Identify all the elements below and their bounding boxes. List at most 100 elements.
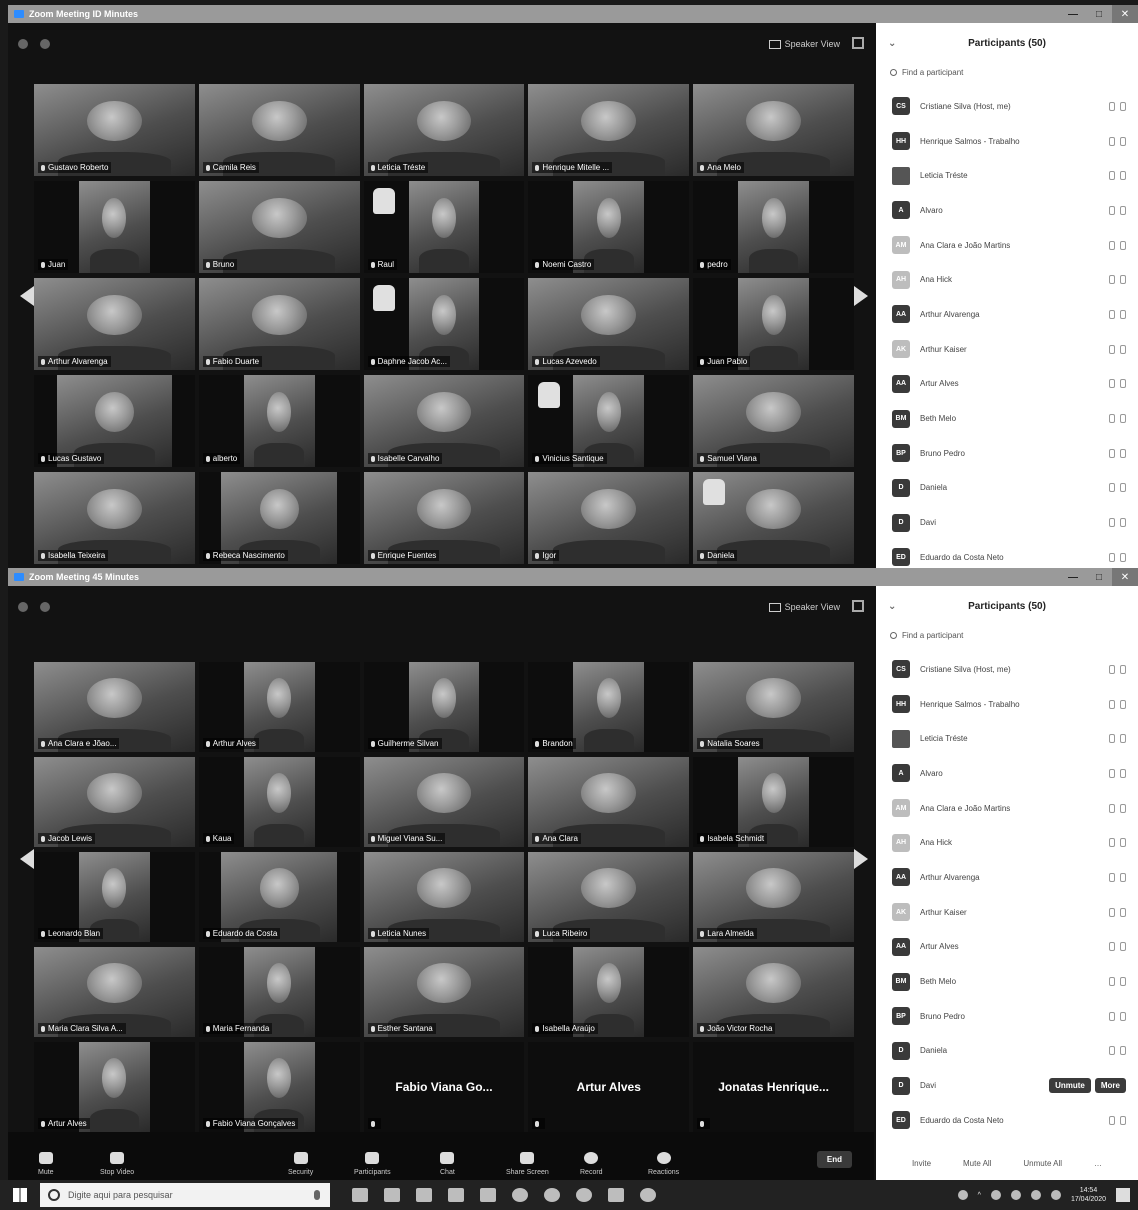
video-tile[interactable]: Jonatas Henrique... [693, 1042, 854, 1132]
video-tile[interactable]: Lucas Gustavo [34, 375, 195, 467]
chevron-up-icon[interactable]: ^ [978, 1192, 981, 1199]
app-icon[interactable] [576, 1188, 592, 1202]
video-tile[interactable]: Fabio Viana Gonçalves [198, 1042, 360, 1132]
video-tile[interactable]: Juan [34, 181, 195, 273]
participant-row[interactable]: D Daniela [876, 1034, 1138, 1069]
video-tile[interactable]: Eduardo da Costa [198, 852, 360, 942]
video-tile[interactable]: Isabela Schmidt [693, 757, 854, 847]
clock[interactable]: 14:54 17/04/2020 [1071, 1186, 1106, 1204]
participant-row[interactable]: CS Cristiane Silva (Host, me) [876, 89, 1138, 124]
security-badge-icon[interactable] [40, 602, 50, 612]
video-tile[interactable]: Isabella Teixeira [34, 472, 195, 564]
participant-row[interactable]: BM Beth Melo [876, 401, 1138, 436]
participant-row[interactable]: CS Cristiane Silva (Host, me) [876, 652, 1138, 687]
video-tile[interactable]: Rebeca Nascimento [198, 472, 360, 564]
minimize-icon[interactable]: — [1060, 5, 1086, 23]
video-tile[interactable]: Arthur Alves [198, 662, 360, 752]
speaker-view-button[interactable]: Speaker View [768, 602, 840, 612]
security-button[interactable]: Security [288, 1136, 313, 1176]
mail-icon[interactable] [416, 1188, 432, 1202]
info-icon[interactable] [18, 602, 28, 612]
video-tile[interactable]: Noemi Castro [528, 181, 690, 273]
participant-row[interactable]: AK Arthur Kaiser [876, 332, 1138, 367]
video-tile[interactable]: pedro [693, 181, 854, 273]
video-tile[interactable]: Enrique Fuentes [363, 472, 525, 564]
video-tile[interactable]: Ana Melo [693, 84, 854, 176]
maximize-icon[interactable]: □ [1086, 5, 1112, 23]
panel-footer-button[interactable]: Mute All [963, 1159, 991, 1168]
participant-row[interactable]: BM Beth Melo [876, 964, 1138, 999]
share-screen-button[interactable]: Share Screen [506, 1136, 549, 1176]
video-tile[interactable]: Isabelle Carvalho [363, 375, 525, 467]
participant-row[interactable]: A Alvaro [876, 756, 1138, 791]
video-tile[interactable]: alberto [198, 375, 360, 467]
participant-row[interactable]: Leticia Tréste [876, 721, 1138, 756]
video-tile[interactable]: Henrique Mitelle ... [528, 84, 690, 176]
video-tile[interactable]: Camila Reis [198, 84, 360, 176]
maximize-icon[interactable]: □ [1086, 568, 1112, 586]
participant-row[interactable]: HH Henrique Salmos - Trabalho [876, 687, 1138, 722]
find-participant-input[interactable]: Find a participant [876, 63, 1138, 81]
end-meeting-button[interactable]: End [816, 1151, 852, 1168]
video-tile[interactable]: Luca Ribeiro [528, 852, 690, 942]
participant-row[interactable]: AK Arthur Kaiser [876, 895, 1138, 930]
collapse-chevron-icon[interactable]: ⌄ [888, 601, 896, 612]
participant-row[interactable]: AH Ana Hick [876, 262, 1138, 297]
participant-row[interactable]: Leticia Tréste [876, 158, 1138, 193]
reactions-button[interactable]: Reactions [648, 1136, 679, 1176]
cloud-icon[interactable] [1030, 1190, 1041, 1200]
prev-page-arrow-icon[interactable] [20, 285, 34, 306]
volume-icon[interactable] [1010, 1190, 1021, 1200]
participant-row[interactable]: AM Ana Clara e João Martins [876, 791, 1138, 826]
participant-row[interactable]: BP Bruno Pedro [876, 436, 1138, 471]
notifications-icon[interactable] [1116, 1188, 1130, 1202]
video-tile[interactable]: Maria Clara Silva A... [34, 947, 195, 1037]
participant-row[interactable]: A Alvaro [876, 193, 1138, 228]
video-tile[interactable]: Igor [528, 472, 690, 564]
participant-row[interactable]: D Davi [876, 505, 1138, 540]
participant-row[interactable]: AA Arthur Alvarenga [876, 860, 1138, 895]
more-options-icon[interactable]: … [1094, 1159, 1102, 1168]
video-tile[interactable]: Brandon [528, 662, 690, 752]
video-tile[interactable]: Leticia Nunes [363, 852, 525, 942]
app-icon[interactable] [640, 1188, 656, 1202]
app-icon[interactable] [544, 1188, 560, 1202]
info-icon[interactable] [18, 39, 28, 49]
video-tile[interactable]: Arthur Alvarenga [34, 278, 195, 370]
fullscreen-icon[interactable] [852, 600, 864, 612]
panel-footer-button[interactable]: Invite [912, 1159, 931, 1168]
video-tile[interactable]: Juan Pablo [693, 278, 854, 370]
video-tile[interactable]: Miguel Viana Su... [363, 757, 525, 847]
app-icon[interactable] [480, 1188, 496, 1202]
speaker-view-button[interactable]: Speaker View [768, 39, 840, 49]
participant-row[interactable]: BP Bruno Pedro [876, 999, 1138, 1034]
video-tile[interactable]: Leticia Tréste [363, 84, 525, 176]
next-page-arrow-icon[interactable] [854, 285, 868, 306]
participant-row[interactable]: D Daniela [876, 471, 1138, 506]
participant-row[interactable]: AH Ana Hick [876, 825, 1138, 860]
prev-page-arrow-icon[interactable] [20, 849, 34, 869]
video-tile[interactable]: Gustavo Roberto [34, 84, 195, 176]
video-tile[interactable]: Fabio Duarte [198, 278, 360, 370]
video-tile[interactable]: Daniela [693, 472, 854, 564]
video-tile[interactable]: Esther Santana [363, 947, 525, 1037]
taskbar-search[interactable]: Digite aqui para pesquisar [40, 1183, 330, 1207]
video-tile[interactable]: Leonardo Blan [34, 852, 195, 942]
unmute-button[interactable]: Unmute [1049, 1078, 1091, 1094]
network-icon[interactable] [990, 1190, 1001, 1200]
video-tile[interactable]: Artur Alves [528, 1042, 690, 1132]
more-button[interactable]: More [1094, 1078, 1126, 1094]
video-tile[interactable]: Natalia Soares [693, 662, 854, 752]
video-tile[interactable]: João Victor Rocha [693, 947, 854, 1037]
video-tile[interactable]: Isabella Araújo [528, 947, 690, 1037]
participants-button[interactable]: Participants [354, 1136, 391, 1176]
video-tile[interactable]: Ana Clara [528, 757, 690, 847]
next-page-arrow-icon[interactable] [854, 849, 868, 869]
participant-row[interactable]: AA Artur Alves [876, 367, 1138, 402]
mic-icon[interactable] [314, 1190, 320, 1200]
photos-icon[interactable] [448, 1188, 464, 1202]
participant-row[interactable]: AM Ana Clara e João Martins [876, 228, 1138, 263]
close-icon[interactable]: ✕ [1112, 568, 1138, 586]
stop-video-button[interactable]: Stop Video [100, 1136, 134, 1176]
collapse-chevron-icon[interactable]: ⌄ [888, 38, 896, 49]
